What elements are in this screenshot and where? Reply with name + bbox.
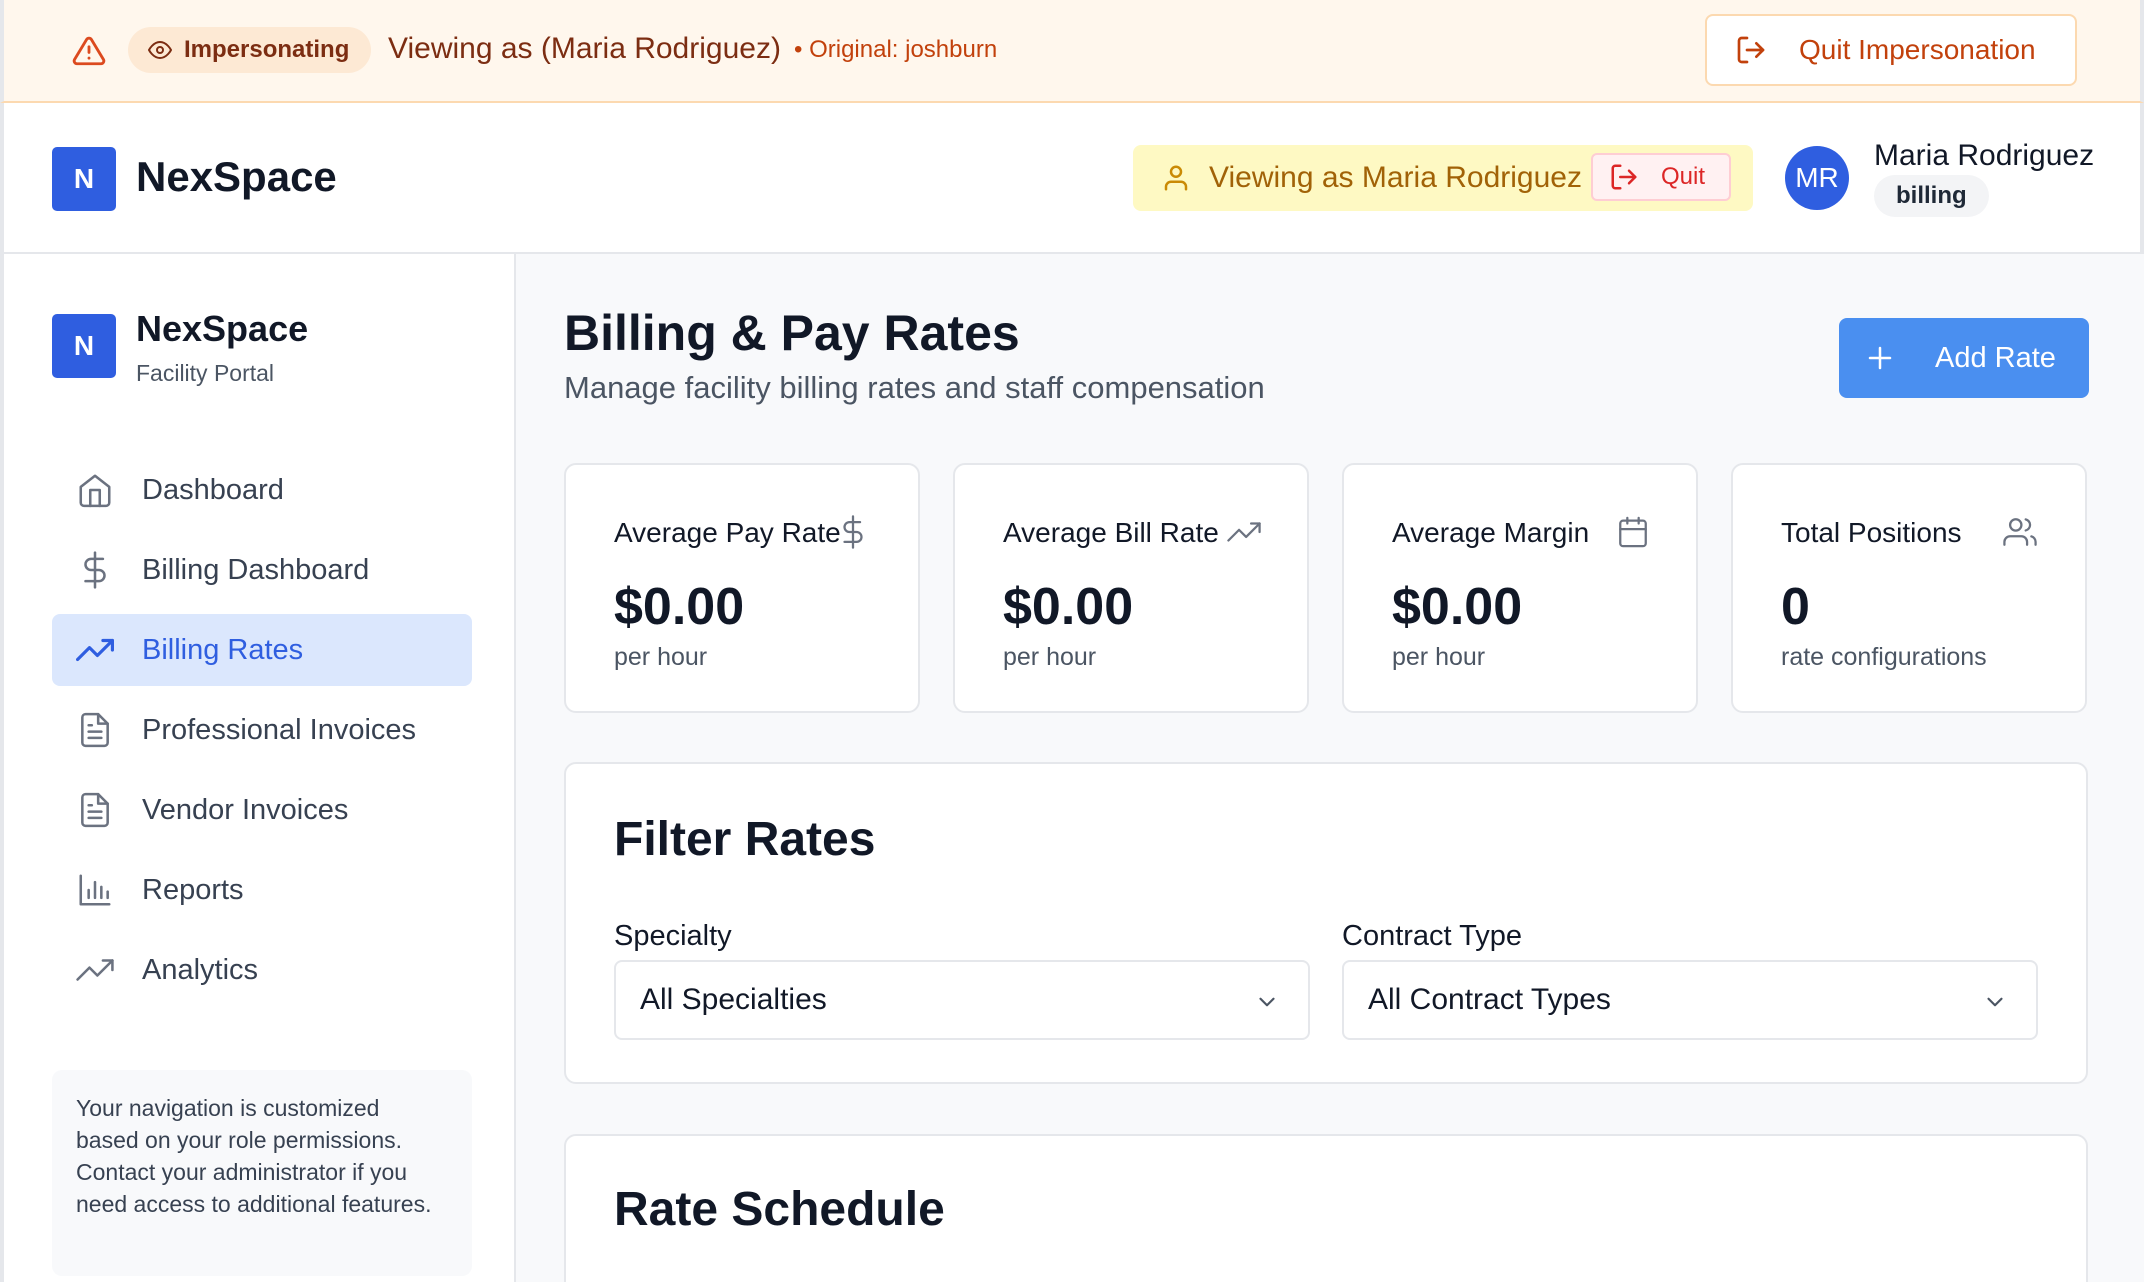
contract-type-label: Contract Type <box>1342 920 1523 952</box>
filter-rates-panel: Filter Rates Specialty All Specialties C… <box>564 762 2088 1084</box>
stat-unit: per hour <box>614 643 708 671</box>
stat-card-average-margin: Average Margin $0.00 per hour <box>1342 463 1698 713</box>
dollar-icon <box>843 515 863 549</box>
quit-button[interactable]: Quit <box>1591 153 1731 201</box>
trending-up-icon <box>76 959 114 981</box>
navigation-note: Your navigation is customized based on y… <box>52 1070 472 1276</box>
banner-viewing-text: Viewing as (Maria Rodriguez) <box>388 32 781 65</box>
avatar[interactable]: MR <box>1785 146 1849 210</box>
impersonation-banner: Impersonating Viewing as (Maria Rodrigue… <box>0 0 2144 103</box>
calendar-icon <box>1619 516 1647 548</box>
viewing-as-text: Viewing as Maria Rodriguez <box>1209 161 1582 194</box>
contract-type-select[interactable]: All Contract Types <box>1342 960 2038 1040</box>
plus-icon <box>1868 346 1892 370</box>
rate-schedule-title: Rate Schedule <box>614 1183 945 1236</box>
stat-card-average-pay-rate: Average Pay Rate $0.00 per hour <box>564 463 920 713</box>
sidebar-item-reports[interactable]: Reports <box>52 854 472 926</box>
bar-chart-icon <box>79 874 111 906</box>
file-text-icon <box>81 792 109 828</box>
sidebar-item-dashboard[interactable]: Dashboard <box>52 454 472 526</box>
sidebar-item-label: Vendor Invoices <box>142 793 349 826</box>
filter-title: Filter Rates <box>614 813 876 866</box>
main-content: Billing & Pay Rates Manage facility bill… <box>516 254 2140 1282</box>
specialty-select[interactable]: All Specialties <box>614 960 1310 1040</box>
page-subtitle: Manage facility billing rates and staff … <box>564 370 1265 405</box>
specialty-select-value: All Specialties <box>640 983 827 1016</box>
sidebar-item-analytics[interactable]: Analytics <box>52 934 472 1006</box>
sidebar-item-label: Billing Rates <box>142 633 304 666</box>
quit-label: Quit <box>1661 163 1706 190</box>
stat-value: $0.00 <box>614 578 745 636</box>
top-header: N NexSpace Viewing as Maria Rodriguez Qu… <box>0 103 2144 254</box>
logout-icon <box>1737 36 1765 64</box>
chevron-down-icon <box>1259 997 1275 1007</box>
sidebar-item-label: Analytics <box>142 953 259 986</box>
add-rate-button[interactable]: Add Rate <box>1839 318 2089 398</box>
sidebar-brand: NexSpace <box>136 308 309 349</box>
stat-label: Total Positions <box>1781 517 1962 548</box>
header-brand[interactable]: NexSpace <box>136 153 337 201</box>
sidebar-item-billing-dashboard[interactable]: Billing Dashboard <box>52 534 472 606</box>
sidebar: N NexSpace Facility Portal Dashboard Bil… <box>0 254 516 1282</box>
sidebar-logo: N <box>52 314 116 378</box>
sidebar-item-billing-rates[interactable]: Billing Rates <box>52 614 472 686</box>
stat-label: Average Margin <box>1392 517 1590 548</box>
sidebar-nav: Dashboard Billing Dashboard Billing Rate… <box>52 454 472 1014</box>
sidebar-item-label: Reports <box>142 873 244 906</box>
chevron-down-icon <box>1987 997 2003 1007</box>
header-logo[interactable]: N <box>52 147 116 211</box>
home-icon <box>79 474 111 508</box>
users-icon <box>2003 518 2037 546</box>
stat-value: $0.00 <box>1003 578 1134 636</box>
stat-card-total-positions: Total Positions 0 rate configurations <box>1731 463 2087 713</box>
dollar-icon <box>84 551 106 589</box>
trending-up-icon <box>76 638 114 662</box>
rate-schedule-panel: Rate Schedule <box>564 1134 2088 1282</box>
contract-type-select-value: All Contract Types <box>1368 983 1611 1016</box>
banner-original-user: • Original: joshburn <box>794 36 998 63</box>
stat-label: Average Pay Rate <box>614 517 841 548</box>
user-icon <box>1164 165 1188 191</box>
trending-up-icon <box>1227 522 1261 542</box>
sidebar-item-professional-invoices[interactable]: Professional Invoices <box>52 694 472 766</box>
impersonating-badge-label: Impersonating <box>184 36 350 63</box>
quit-impersonation-button[interactable]: Quit Impersonation <box>1705 14 2077 86</box>
stat-unit: per hour <box>1392 643 1486 671</box>
impersonating-badge: Impersonating <box>128 27 372 73</box>
specialty-label: Specialty <box>614 920 732 952</box>
logout-icon <box>1611 164 1637 190</box>
stat-unit: per hour <box>1003 643 1097 671</box>
add-rate-label: Add Rate <box>1935 341 2056 374</box>
sidebar-item-label: Dashboard <box>142 473 284 506</box>
stat-card-average-bill-rate: Average Bill Rate $0.00 per hour <box>953 463 1309 713</box>
sidebar-item-vendor-invoices[interactable]: Vendor Invoices <box>52 774 472 846</box>
viewing-as-chip: Viewing as Maria Rodriguez Quit <box>1133 145 1753 211</box>
page-title: Billing & Pay Rates <box>564 305 1020 361</box>
eye-icon <box>148 41 172 59</box>
stat-value: $0.00 <box>1392 578 1523 636</box>
sidebar-subtitle: Facility Portal <box>136 360 275 386</box>
stat-label: Average Bill Rate <box>1003 517 1219 548</box>
stat-unit: rate configurations <box>1781 643 1987 671</box>
file-text-icon <box>81 712 109 748</box>
warning-icon <box>72 36 106 66</box>
quit-impersonation-label: Quit Impersonation <box>1799 34 2036 65</box>
role-badge: billing <box>1874 175 1989 217</box>
sidebar-item-label: Billing Dashboard <box>142 553 370 586</box>
user-name: Maria Rodriguez <box>1874 139 2095 172</box>
stat-value: 0 <box>1781 578 1810 636</box>
sidebar-item-label: Professional Invoices <box>142 713 417 746</box>
